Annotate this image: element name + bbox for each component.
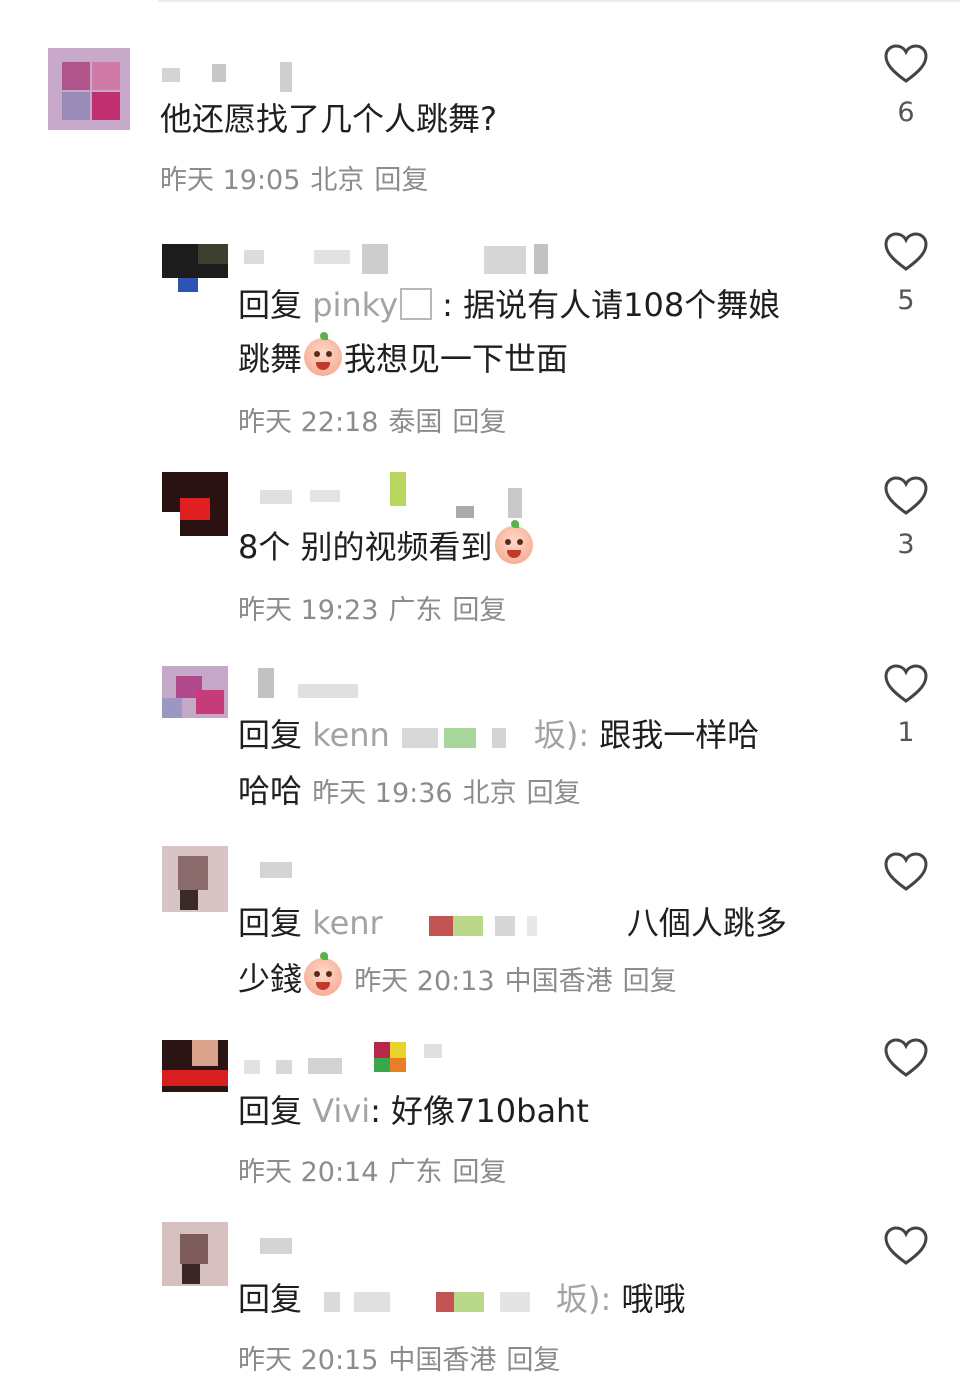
like-button[interactable]: 5 [880, 232, 932, 316]
like-count: 5 [897, 285, 915, 316]
username-blurred[interactable] [258, 664, 368, 698]
comment-text: 回复 pinky : 据说有人请108个舞娘 [238, 278, 780, 332]
like-button[interactable]: 6 [880, 44, 932, 128]
avatar[interactable] [162, 1040, 228, 1092]
location: 广东 [388, 595, 443, 626]
reply-target-name[interactable]: kenn [312, 716, 390, 754]
peach-emoji-icon [304, 952, 343, 996]
reply-prefix: 回复 [238, 286, 303, 324]
timestamp: 昨天 19:23 [238, 595, 379, 626]
timestamp: 昨天 22:18 [238, 407, 379, 438]
comment-text: 他还愿找了几个人跳舞? [160, 100, 497, 138]
avatar[interactable] [48, 48, 130, 130]
timestamp: 昨天 20:15 [238, 1345, 379, 1376]
comment-meta: 昨天 20:13 中国香港 回复 [354, 966, 686, 997]
comment-meta: 昨天 20:14 广东 回复 [238, 1150, 516, 1189]
comment-line-1: 八個人跳多 [626, 904, 787, 942]
blurred-name [392, 724, 532, 750]
location: 北京 [310, 165, 365, 196]
like-button[interactable] [880, 1226, 932, 1266]
location: 广东 [388, 1157, 443, 1188]
blurred-name [304, 1288, 554, 1314]
comment-meta: 昨天 19:05 北京 回复 [160, 158, 438, 197]
comment-meta: 昨天 19:36 北京 回复 [312, 778, 590, 809]
reply-button[interactable]: 回复 [452, 407, 506, 438]
like-button[interactable]: 3 [880, 476, 932, 560]
heart-outline-icon [884, 232, 928, 271]
comment-text: 回复 kenn 坂): 跟我一样哈 [238, 716, 760, 754]
peach-emoji-icon [494, 520, 533, 564]
comment-text: 回复 坂): 哦哦 [238, 1280, 686, 1318]
location: 北京 [462, 778, 517, 809]
heart-outline-icon [884, 664, 928, 703]
timestamp: 昨天 19:05 [160, 165, 301, 196]
missing-glyph-box [400, 288, 432, 320]
like-button[interactable] [880, 1038, 932, 1078]
avatar[interactable] [162, 472, 228, 536]
comment-text: 8个 别的视频看到 [238, 520, 535, 574]
like-count: 6 [897, 97, 915, 128]
like-count: 1 [897, 717, 915, 748]
comment-text-line-2: 少錢 昨天 20:13 中国香港 回复 [238, 952, 687, 1009]
timestamp: 昨天 20:13 [354, 966, 495, 997]
username-blurred[interactable] [244, 244, 564, 276]
username-blurred[interactable] [260, 472, 560, 518]
username-blurred[interactable] [162, 62, 302, 94]
reply-prefix: 回复 [238, 904, 303, 942]
reply-button[interactable]: 回复 [374, 165, 428, 196]
username-blurred[interactable] [244, 1040, 454, 1074]
peach-emoji-icon [304, 332, 343, 376]
comment-line-1: 哦哦 [621, 1280, 686, 1318]
heart-outline-icon [884, 44, 928, 83]
comment-text-line-2: 跳舞 我想见一下世面 [238, 332, 569, 378]
like-count: 3 [897, 529, 915, 560]
comment-line-1: 好像710baht [391, 1092, 589, 1130]
avatar[interactable] [162, 666, 228, 718]
heart-outline-icon [884, 1226, 928, 1265]
avatar[interactable] [162, 846, 228, 912]
username-blurred[interactable] [260, 862, 300, 894]
comment-meta: 昨天 19:23 广东 回复 [238, 588, 516, 627]
reply-button[interactable]: 回复 [506, 1345, 560, 1376]
reply-button[interactable]: 回复 [623, 966, 677, 997]
separator: : [442, 286, 453, 324]
reply-target-name[interactable]: pinky [312, 286, 398, 324]
location: 中国香港 [388, 1345, 497, 1376]
comment-text: 回复 kenr 八個人跳多 [238, 896, 787, 950]
reply-button[interactable]: 回复 [452, 595, 506, 626]
timestamp: 昨天 19:36 [312, 778, 453, 809]
reply-prefix: 回复 [238, 1092, 303, 1130]
like-button[interactable] [880, 852, 932, 892]
blurred-name [385, 912, 615, 938]
comment-line-1: 跟我一样哈 [599, 716, 760, 754]
comment-text-line-2: 哈哈 昨天 19:36 北京 回复 [238, 764, 591, 821]
reply-prefix: 回复 [238, 1280, 303, 1318]
avatar[interactable] [162, 1222, 228, 1286]
reply-target-name[interactable]: Vivi [312, 1092, 370, 1130]
heart-outline-icon [884, 1038, 928, 1077]
heart-outline-icon [884, 476, 928, 515]
reply-button[interactable]: 回复 [452, 1157, 506, 1188]
location: 中国香港 [504, 966, 613, 997]
reply-button[interactable]: 回复 [527, 778, 581, 809]
comment-meta: 昨天 20:15 中国香港 回复 [238, 1338, 570, 1377]
heart-outline-icon [884, 852, 928, 891]
reply-prefix: 回复 [238, 716, 303, 754]
location: 泰国 [388, 407, 443, 438]
comment-text: 回复 Vivi: 好像710baht [238, 1092, 589, 1130]
avatar[interactable] [162, 244, 228, 294]
username-blurred[interactable] [260, 1238, 300, 1270]
comment-meta: 昨天 22:18 泰国 回复 [238, 400, 516, 439]
timestamp: 昨天 20:14 [238, 1157, 379, 1188]
reply-target-name[interactable]: kenr [312, 904, 383, 942]
like-button[interactable]: 1 [880, 664, 932, 748]
comment-1: 他还愿找了几个人跳舞? 昨天 19:05 北京 回复 6 [0, 0, 960, 210]
comment-line-1: 据说有人请108个舞娘 [463, 286, 781, 324]
